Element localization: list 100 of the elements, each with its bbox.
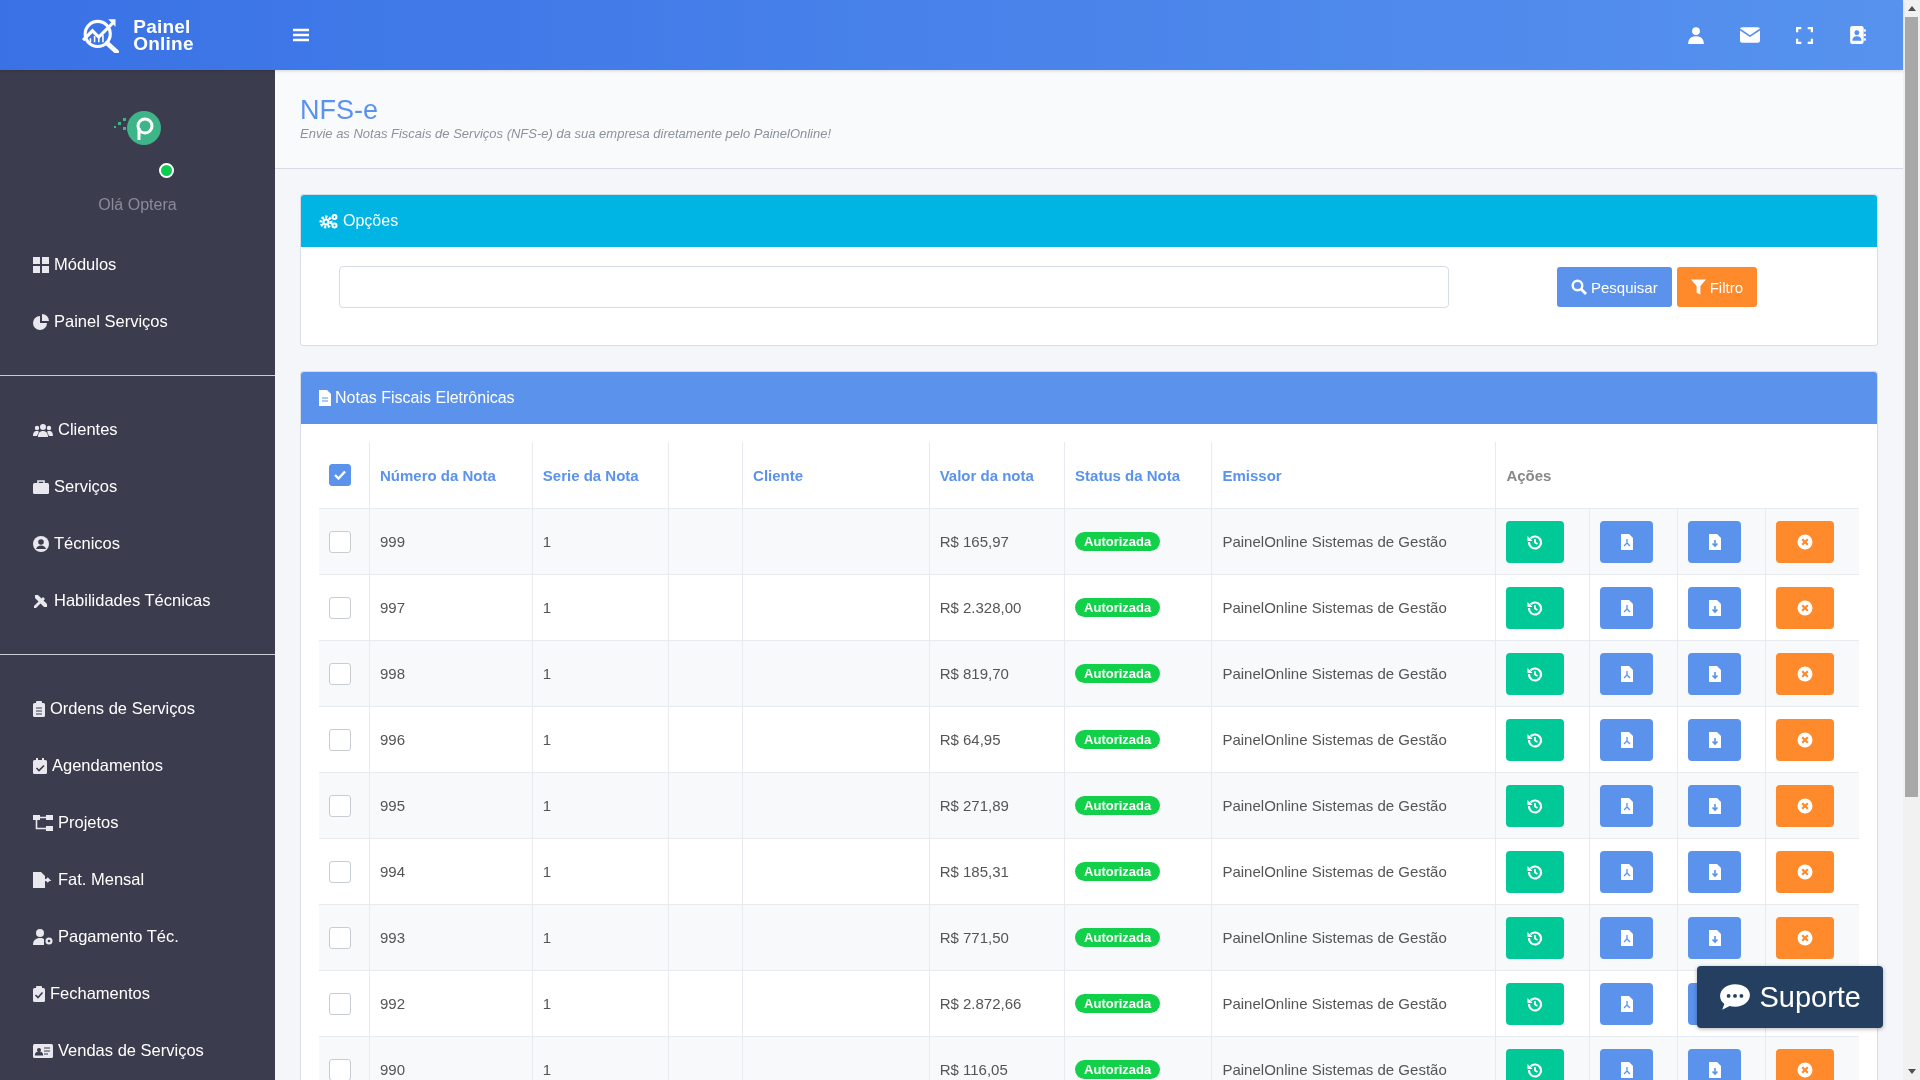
cancel-button[interactable]: [1776, 520, 1835, 563]
download-button[interactable]: [1688, 652, 1742, 695]
table-cell-text: PainelOnline Sistemas de Gestão: [1222, 599, 1447, 616]
sidebar-item[interactable]: Habilidades Técnicas: [0, 572, 275, 629]
history-button[interactable]: [1506, 850, 1565, 893]
sidebar-item[interactable]: Clientes: [0, 401, 275, 458]
card-title: Notas Fiscais Eletrônicas: [335, 389, 515, 407]
table-cell-text: 992: [380, 995, 406, 1012]
table-cell-text: R$ 185,31: [939, 863, 1009, 880]
pdf-button[interactable]: [1600, 520, 1654, 563]
table-cell-text: PainelOnline Sistemas de Gestão: [1222, 665, 1447, 682]
download-button[interactable]: [1688, 520, 1742, 563]
download-button[interactable]: [1688, 784, 1742, 827]
file-download-icon: [1708, 731, 1721, 748]
sidebar-item[interactable]: Fechamentos: [0, 965, 275, 1022]
cancel-button[interactable]: [1776, 916, 1835, 959]
sidebar-item[interactable]: Agendamentos: [0, 737, 275, 794]
history-button[interactable]: [1506, 916, 1565, 959]
row-checkbox[interactable]: [329, 530, 351, 553]
sidebar-item[interactable]: Painel Serviços: [0, 293, 275, 350]
sidebar-item[interactable]: Ordens de Serviços: [0, 680, 275, 737]
pdf-button[interactable]: [1600, 850, 1654, 893]
pdf-button[interactable]: [1600, 586, 1654, 629]
table-cell-text: PainelOnline Sistemas de Gestão: [1222, 995, 1447, 1012]
row-checkbox[interactable]: [329, 926, 351, 949]
search-icon: [1571, 279, 1587, 295]
table-cell-text: R$ 819,70: [939, 665, 1009, 682]
cancel-icon: [1797, 1061, 1814, 1078]
pdf-button[interactable]: [1600, 784, 1654, 827]
cancel-button[interactable]: [1776, 1048, 1835, 1080]
table-cell-text: R$ 64,95: [939, 731, 1001, 748]
cancel-icon: [1797, 797, 1814, 814]
pdf-file-icon: [1620, 665, 1633, 682]
cancel-button[interactable]: [1776, 586, 1835, 629]
pdf-file-icon: [1620, 797, 1633, 814]
row-checkbox[interactable]: [329, 1058, 351, 1080]
tools-icon: [33, 592, 49, 609]
history-button[interactable]: [1506, 652, 1565, 695]
download-button[interactable]: [1688, 718, 1742, 761]
support-chat-overlay[interactable]: Suporte: [1697, 966, 1883, 1028]
history-button[interactable]: [1506, 1048, 1565, 1080]
row-checkbox[interactable]: [329, 992, 351, 1015]
sitemap-icon: [33, 814, 53, 831]
table-cell-text: 999: [380, 533, 406, 550]
download-button[interactable]: [1688, 1048, 1742, 1080]
history-icon: [1527, 533, 1544, 550]
table-cell-text: 1: [542, 863, 552, 880]
chat-bubble-icon: [1719, 983, 1752, 1011]
sidebar-item[interactable]: Módulos: [0, 236, 275, 293]
column-header: Serie da Nota: [542, 466, 639, 484]
row-checkbox[interactable]: [329, 860, 351, 883]
page-subtitle: Envie as Notas Fiscais de Serviços (NFS-e) da sua empresa diretamente pelo PainelOnline!: [300, 126, 833, 141]
history-icon: [1527, 731, 1544, 748]
row-checkbox[interactable]: [329, 662, 351, 685]
history-icon: [1527, 665, 1544, 682]
pdf-button[interactable]: [1600, 1048, 1654, 1080]
pdf-button[interactable]: [1600, 652, 1654, 695]
download-button[interactable]: [1688, 916, 1742, 959]
row-checkbox[interactable]: [329, 728, 351, 751]
cancel-icon: [1797, 731, 1814, 748]
history-icon: [1527, 995, 1544, 1012]
sidebar-item[interactable]: Pagamento Téc.: [0, 908, 275, 965]
sidebar-item[interactable]: Técnicos: [0, 515, 275, 572]
briefcase-icon: [33, 479, 49, 494]
pdf-button[interactable]: [1600, 718, 1654, 761]
history-icon: [1527, 797, 1544, 814]
avatar-logo-icon: [112, 110, 163, 146]
search-field[interactable]: [339, 266, 1449, 308]
table-cell-text: 1: [542, 929, 552, 946]
pdf-button[interactable]: [1600, 916, 1654, 959]
history-button[interactable]: [1506, 718, 1565, 761]
download-button[interactable]: [1688, 586, 1742, 629]
download-button[interactable]: [1688, 850, 1742, 893]
cancel-button[interactable]: [1776, 652, 1835, 695]
sidebar-item[interactable]: Serviços: [0, 458, 275, 515]
table-cell-text: 993: [380, 929, 406, 946]
select-all-checkbox[interactable]: [329, 464, 351, 486]
history-button[interactable]: [1506, 784, 1565, 827]
sidebar-item[interactable]: Fat. Mensal: [0, 851, 275, 908]
table-cell-text: R$ 2.328,00: [939, 599, 1022, 616]
table-cell-text: R$ 771,50: [939, 929, 1009, 946]
pdf-file-icon: [1620, 929, 1633, 946]
history-icon: [1527, 1061, 1544, 1078]
sidebar-item[interactable]: Vendas de Serviços: [0, 1022, 275, 1079]
history-button[interactable]: [1506, 982, 1565, 1025]
file-download-icon: [1708, 599, 1721, 616]
history-button[interactable]: [1506, 520, 1565, 563]
history-button[interactable]: [1506, 586, 1565, 629]
cancel-button[interactable]: [1776, 718, 1835, 761]
row-checkbox[interactable]: [329, 596, 351, 619]
table-cell-text: PainelOnline Sistemas de Gestão: [1222, 533, 1447, 550]
column-header: Status da Nota: [1075, 466, 1181, 484]
sidebar-item[interactable]: Projetos: [0, 794, 275, 851]
column-header: Valor da nota: [939, 466, 1034, 484]
row-checkbox[interactable]: [329, 794, 351, 817]
cancel-button[interactable]: [1776, 784, 1835, 827]
table-cell-text: R$ 165,97: [939, 533, 1009, 550]
pdf-button[interactable]: [1600, 982, 1654, 1025]
cancel-button[interactable]: [1776, 850, 1835, 893]
table-cell-text: 998: [380, 665, 406, 682]
